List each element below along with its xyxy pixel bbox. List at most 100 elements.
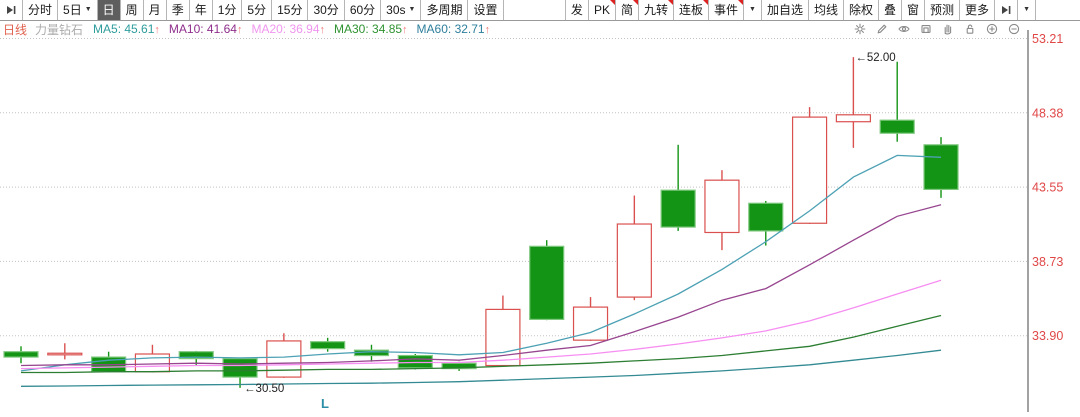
ma-label-ma20: MA20: 36.94↑ — [251, 22, 325, 36]
toolbar-item-label: 发 — [571, 0, 583, 20]
candle-16[interactable] — [661, 145, 695, 231]
up-arrow-icon: ↑ — [320, 24, 326, 36]
y-axis-label: 33.90 — [1032, 329, 1063, 343]
hand-icon-button[interactable] — [942, 23, 954, 35]
toolbar-item-15min[interactable]: 15分 — [272, 0, 308, 20]
toolbar-item-timeshare[interactable]: 分时 — [23, 0, 58, 20]
candle-2[interactable] — [48, 343, 82, 359]
chart-annotation: L — [321, 396, 329, 411]
candle-13[interactable] — [530, 240, 564, 320]
up-arrow-icon: ↑ — [154, 24, 160, 36]
chevron-down-icon: ▼ — [85, 0, 92, 20]
gear-icon-button[interactable] — [854, 23, 866, 35]
toolbar-item-label: 周 — [126, 0, 138, 20]
ma-label-ma30: MA30: 34.85↑ — [334, 22, 408, 36]
y-axis-label: 38.73 — [1032, 255, 1063, 269]
pencil-icon-button[interactable] — [876, 23, 888, 35]
toolbar-item-month[interactable]: 月 — [144, 0, 167, 20]
chart-annotation: ←52.00 — [855, 52, 895, 64]
candle-7[interactable] — [267, 333, 301, 378]
toolbar-item-panel-expand[interactable] — [995, 0, 1018, 20]
toolbar-item-label: 60分 — [350, 0, 375, 20]
toolbar-item-30sec[interactable]: 30s▼ — [381, 0, 421, 20]
toolbar-item-label: 5日 — [63, 0, 82, 20]
toolbar-item-more[interactable]: 更多 — [960, 0, 995, 20]
toolbar-item-30min[interactable]: 30分 — [308, 0, 344, 20]
toolbar-item-1min[interactable]: 1分 — [213, 0, 243, 20]
toolbar-item-events-dropdown[interactable]: ▼ — [744, 0, 762, 20]
candle-20[interactable] — [836, 57, 870, 148]
toolbar-item-year[interactable]: 年 — [190, 0, 213, 20]
candle-17[interactable] — [705, 170, 739, 250]
toolbar-item-events[interactable]: 事件 — [709, 0, 744, 20]
toolbar-item-post[interactable]: 发 — [565, 0, 589, 20]
toolbar-item-label: 15分 — [277, 0, 302, 20]
toolbar-item-label: 30s — [386, 0, 405, 20]
toolbar-item-label: 九转 — [644, 0, 668, 20]
candle-22[interactable] — [924, 137, 958, 198]
toolbar-item-nine-turn[interactable]: 九转 — [639, 0, 674, 20]
toolbar-item-label: 除权 — [849, 0, 873, 20]
chevron-down-icon: ▼ — [749, 0, 756, 20]
screenshot-icon-button[interactable] — [920, 23, 932, 35]
y-axis-label: 43.55 — [1032, 181, 1063, 195]
ma-label-text: MA60: 32.71 — [417, 22, 485, 36]
toolbar-item-panel-collapse[interactable] — [0, 0, 23, 20]
toolbar-item-5min[interactable]: 5分 — [242, 0, 272, 20]
toolbar-item-label: 年 — [195, 0, 207, 20]
new-badge — [703, 0, 708, 5]
zoom-out-icon-button[interactable] — [1008, 23, 1020, 35]
candle-15[interactable] — [617, 196, 651, 301]
toolbar-item-week[interactable]: 周 — [121, 0, 144, 20]
ma-label-ma60: MA60: 32.71↑ — [417, 22, 491, 36]
candle-19[interactable] — [793, 107, 827, 224]
toolbar-item-simple[interactable]: 简 — [616, 0, 639, 20]
toolbar-item-more-dropdown[interactable]: ▼ — [1018, 0, 1036, 20]
toolbar-item-quarter[interactable]: 季 — [167, 0, 190, 20]
toolbar-item-5day[interactable]: 5日▼ — [58, 0, 98, 20]
toolbar-item-label: 事件 — [714, 0, 738, 20]
candle-18[interactable] — [749, 201, 783, 246]
toolbar-item-label: 连板 — [679, 0, 703, 20]
toolbar-item-limit-board[interactable]: 连板 — [674, 0, 709, 20]
candle-9[interactable] — [354, 345, 388, 362]
toolbar-left-group: 分时5日▼日周月季年1分5分15分30分60分30s▼多周期设置 — [0, 0, 504, 20]
chevron-down-icon: ▼ — [409, 0, 416, 20]
up-arrow-icon: ↑ — [237, 24, 243, 36]
eye-icon-button[interactable] — [898, 23, 910, 35]
toolbar-item-window[interactable]: 窗 — [902, 0, 925, 20]
candlestick-chart[interactable]: 53.2148.3843.5538.7333.90←52.00←30.50L — [0, 0, 1080, 417]
toolbar-item-ma-lines[interactable]: 均线 — [809, 0, 844, 20]
toolbar-item-label: 加自选 — [767, 0, 803, 20]
candle-10[interactable] — [398, 354, 432, 369]
y-axis-label: 48.38 — [1032, 106, 1063, 120]
new-badge — [738, 0, 743, 5]
chevron-down-icon: ▼ — [1023, 0, 1030, 20]
toolbar-item-label: 分时 — [28, 0, 52, 20]
ma-label-ma10: MA10: 41.64↑ — [169, 22, 243, 36]
toolbar-item-label: 叠 — [884, 0, 896, 20]
toolbar-item-settings[interactable]: 设置 — [468, 0, 503, 20]
toolbar-item-overlay[interactable]: 叠 — [879, 0, 902, 20]
eye-icon — [898, 23, 910, 35]
chart-tool-icons — [854, 23, 1020, 35]
toolbar-item-multi-period[interactable]: 多周期 — [421, 0, 468, 20]
toolbar-item-day[interactable]: 日 — [98, 0, 121, 20]
period-toolbar: 分时5日▼日周月季年1分5分15分30分60分30s▼多周期设置 发PK简九转连… — [0, 0, 1080, 21]
ma-label-text: MA30: 34.85 — [334, 22, 402, 36]
candle-8[interactable] — [311, 338, 345, 352]
toolbar-item-forecast[interactable]: 预测 — [925, 0, 960, 20]
new-badge — [668, 0, 673, 5]
candle-14[interactable] — [574, 297, 608, 341]
lock-icon-button[interactable] — [964, 23, 976, 35]
candle-21[interactable] — [880, 62, 914, 142]
up-arrow-icon: ↑ — [485, 24, 491, 36]
toolbar-item-label: 均线 — [814, 0, 838, 20]
toolbar-item-ex-rights[interactable]: 除权 — [844, 0, 879, 20]
toolbar-item-60min[interactable]: 60分 — [345, 0, 381, 20]
candle-1[interactable] — [4, 346, 38, 363]
zoom-in-icon-button[interactable] — [986, 23, 998, 35]
toolbar-item-pk[interactable]: PK — [589, 0, 616, 20]
toolbar-item-label: PK — [594, 0, 610, 20]
toolbar-item-add-watchlist[interactable]: 加自选 — [762, 0, 809, 20]
